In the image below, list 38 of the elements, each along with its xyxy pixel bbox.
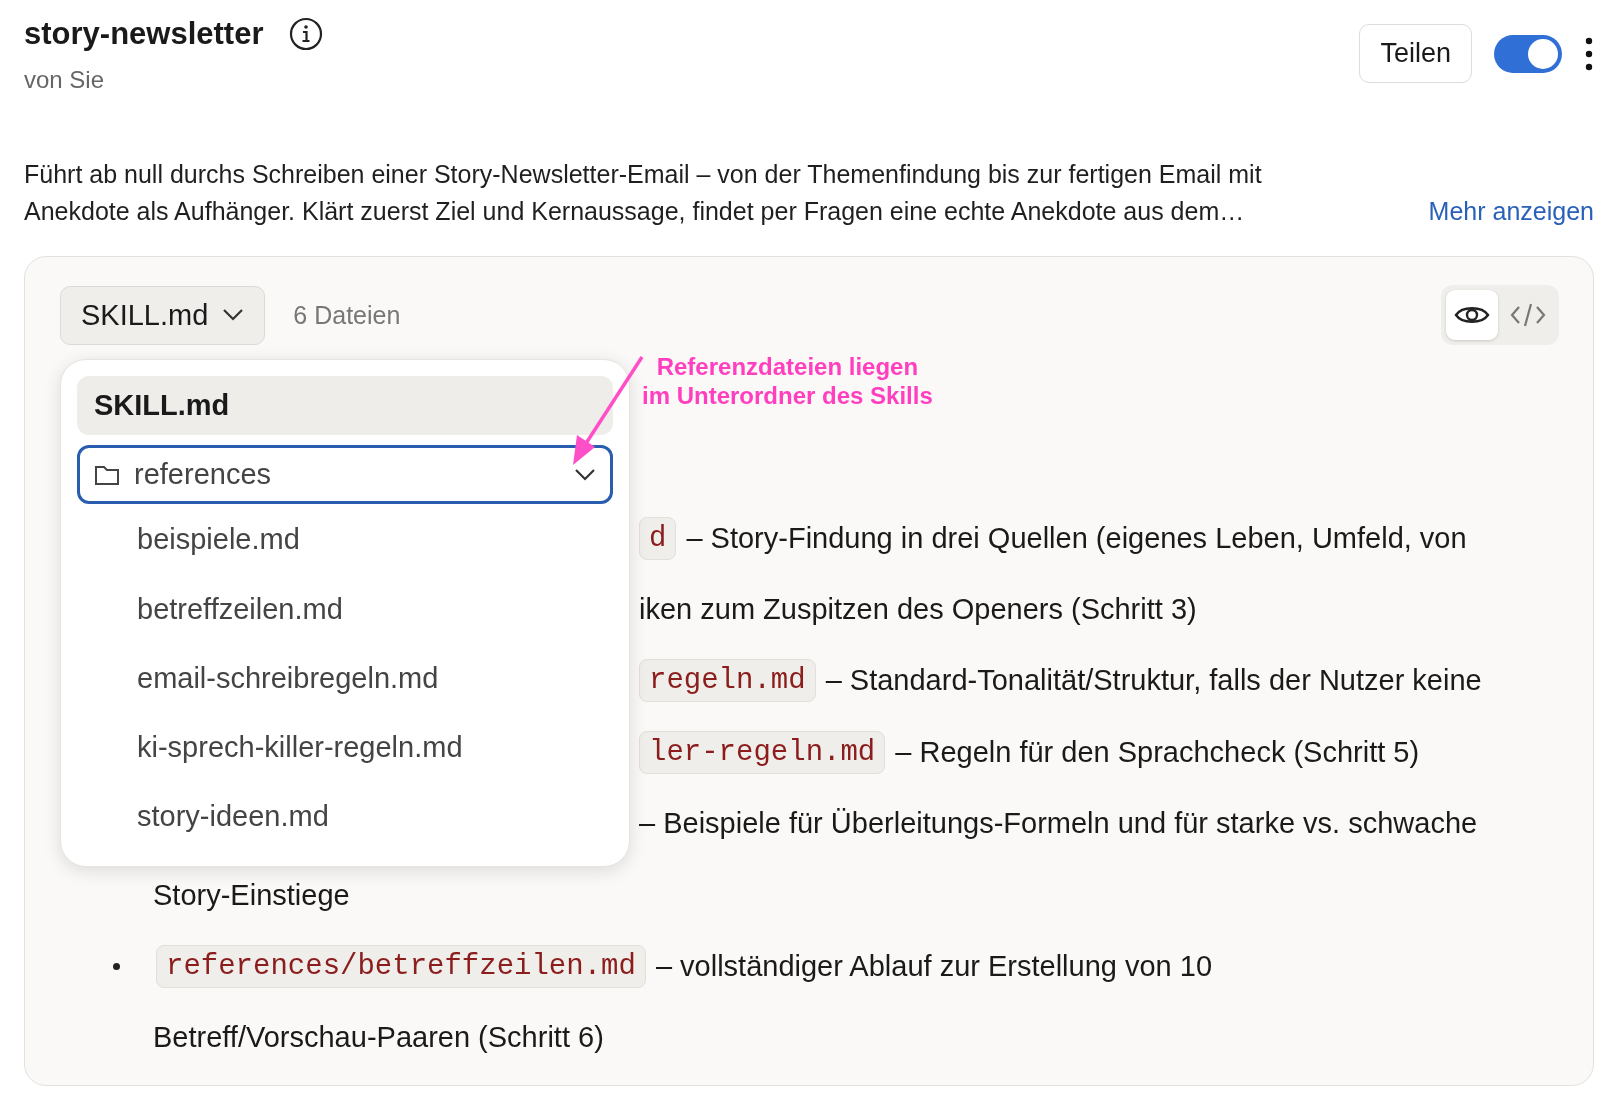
file-item[interactable]: beispiele.md [77,506,613,574]
enable-toggle[interactable] [1494,34,1562,73]
code-snippet: d [639,516,677,560]
file-item[interactable]: SKILL.md [77,376,613,436]
folder-icon [94,463,120,486]
share-button[interactable]: Teilen [1359,24,1472,83]
description-text: Anekdote als Aufhänger. Klärt zuerst Ziel und Kernaussage, findet per Fragen eine echte Anekdote aus dem… [24,196,1245,227]
list-text: Story-Einstiege [153,878,350,912]
list-text: iken zum Zuspitzen des Openers (Schritt 3) [639,592,1197,626]
folder-item[interactable]: references [77,445,613,505]
chevron-icon [574,467,596,482]
author-label: von Sie [24,66,105,94]
code-icon [1510,302,1546,328]
list-text: – vollständiger Ablauf zur Erstellung von 10 [655,950,1213,984]
code-snippet: ler-regeln.md [639,730,886,774]
list-text: – Beispiele für Überleitungs-Formeln und für starke vs. schwache [639,807,1478,841]
list-text: – Standard-Tonalität/Struktur, falls der Nutzer keine [825,664,1482,698]
description-text: Führt ab null durchs Schreiben einer Story-Newsletter-Email – von der Themenfindung bis zur fertigen Email mit [24,159,1262,190]
show-more-link[interactable]: Mehr anzeigen [1428,193,1594,230]
list-text: – Story-Findung in drei Quellen (eigenes Leben, Umfeld, von [686,521,1467,555]
file-item[interactable]: email-schreibregeln.md [77,644,613,712]
chevron-icon [222,308,245,322]
info-icon[interactable] [289,17,324,51]
file-item[interactable]: ki-sprech-killer-regeln.md [77,713,613,781]
view-mode-button[interactable] [1446,290,1498,340]
more-icon[interactable] [1584,36,1594,71]
file-item[interactable]: betreffzeilen.md [77,575,613,643]
code-snippet: regeln.md [639,659,816,703]
file-item[interactable]: story-ideen.md [77,782,613,850]
file-count: 6 Dateien [293,300,401,330]
list-text: Betreff/Vorschau-Paaren (Schritt 6) [153,1021,604,1055]
bullet-icon [113,963,120,971]
file-select[interactable]: SKILL.md [60,285,266,345]
list-text: – Regeln für den Sprachcheck (Schritt 5) [895,735,1420,769]
skill-title: story-newsletter [24,16,264,52]
annotation-text: Referenzdateien liegen [655,352,920,381]
annotation-text: im Unterordner des Skills [642,381,933,410]
code-snippet: references/betreffzeilen.md [156,945,646,989]
